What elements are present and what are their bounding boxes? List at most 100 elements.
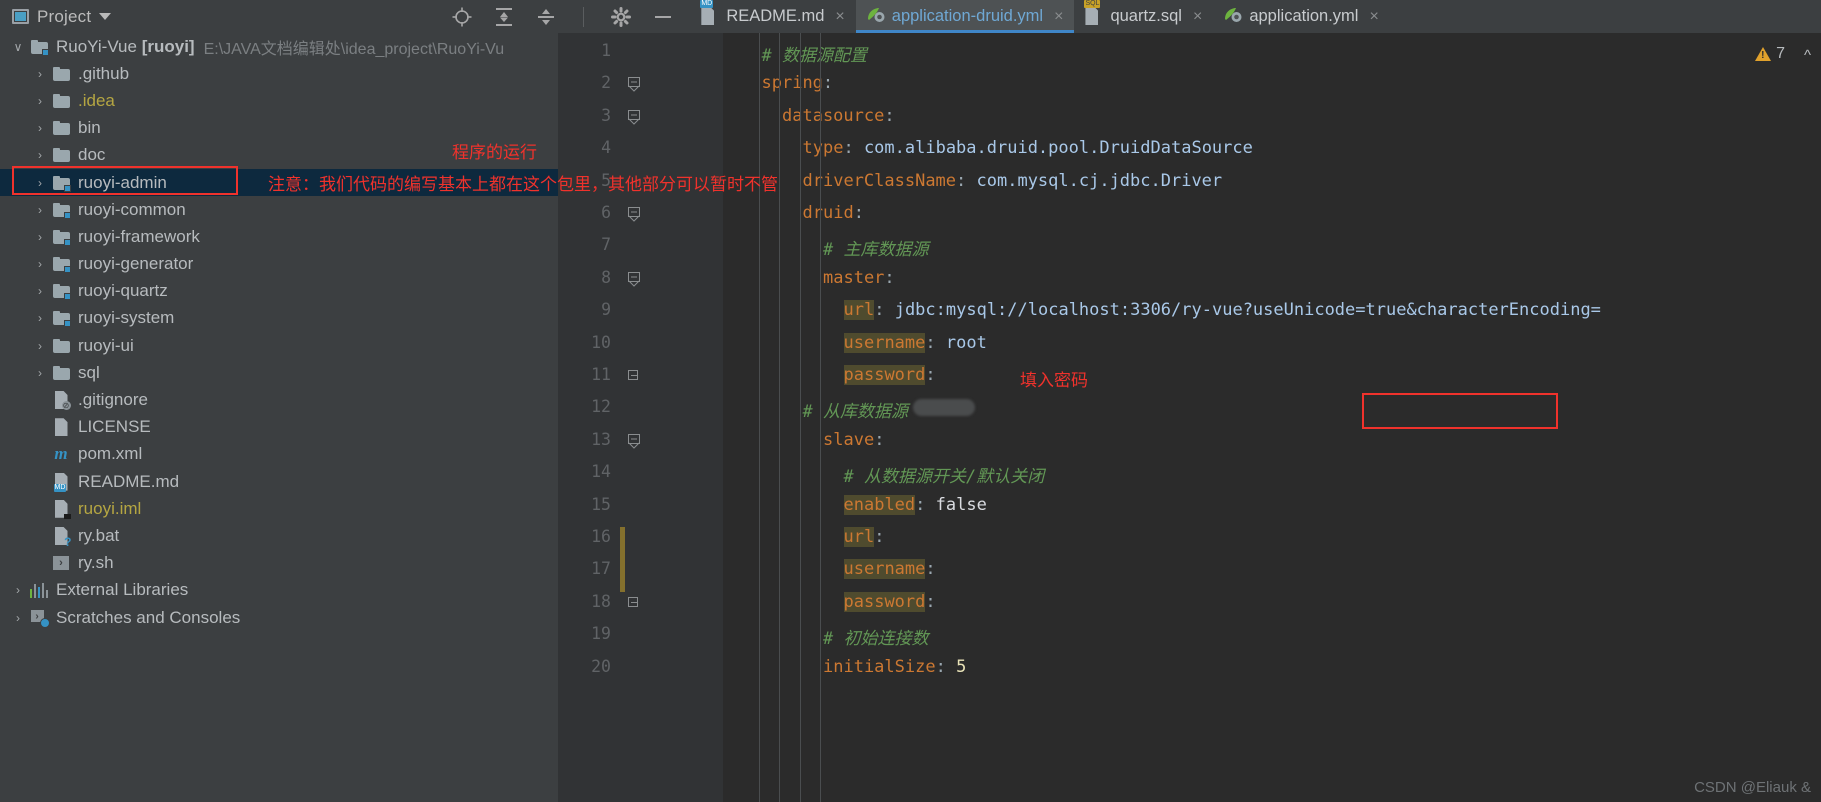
fold-region-marker[interactable] <box>628 596 638 607</box>
collapse-all-icon[interactable] <box>535 6 557 28</box>
tree-item-ruoyi-generator[interactable]: › ruoyi-generator <box>0 251 558 278</box>
close-icon[interactable]: × <box>1193 8 1202 25</box>
tree-item-label: Scratches and Consoles <box>56 607 241 627</box>
folder-icon <box>52 66 70 81</box>
code-line: url: <box>843 527 885 547</box>
shell-file-icon: › <box>53 556 69 571</box>
iml-file-icon <box>54 499 71 519</box>
inspection-warning-indicator[interactable]: 7 <box>1755 45 1785 63</box>
tree-item--idea[interactable]: › .idea <box>0 87 558 114</box>
disclosure-arrow-icon[interactable]: › <box>30 284 50 298</box>
tree-item-label: ruoyi-ui <box>78 335 134 355</box>
disclosure-arrow-icon[interactable]: › <box>30 94 50 108</box>
code-line: # 数据源配置 <box>761 46 867 66</box>
disclosure-arrow-icon[interactable]: › <box>30 121 50 135</box>
tree-item-license[interactable]: LICENSE <box>0 414 558 441</box>
code-line: # 主库数据源 <box>823 240 929 261</box>
tree-item-pom-xml[interactable]: m pom.xml <box>0 441 558 468</box>
code-line: type: com.alibaba.druid.pool.DruidDataSo… <box>802 138 1253 159</box>
indent-guide <box>779 33 780 802</box>
disclosure-arrow-icon[interactable]: › <box>30 257 50 271</box>
vcs-change-marker <box>620 527 625 560</box>
line-number: 16 <box>591 527 611 546</box>
code-line: # 从数据源开关/默认关闭 <box>843 467 1045 488</box>
disclosure-arrow-icon[interactable]: › <box>30 366 50 380</box>
line-number: 19 <box>591 624 611 644</box>
scratches-icon: › <box>30 610 50 629</box>
tree-item-ruoyi-iml[interactable]: ruoyi.iml <box>0 495 558 522</box>
close-icon[interactable]: × <box>1369 8 1378 25</box>
tree-item-external-libraries[interactable]: › External Libraries <box>0 577 558 604</box>
tab-label: README.md <box>726 7 825 25</box>
editor-tab-quartz-sql[interactable]: SQL quartz.sql × <box>1074 0 1213 33</box>
module-folder-icon <box>52 175 71 192</box>
chevron-down-icon[interactable] <box>99 13 112 20</box>
code-fold-icon[interactable] <box>628 433 641 449</box>
watermark-text: CSDN @Eliauk & <box>1694 779 1811 796</box>
tree-item-ry-bat[interactable]: ? ry.bat <box>0 522 558 549</box>
expand-all-icon[interactable] <box>493 6 515 28</box>
tree-item--gitignore[interactable]: ⊘ .gitignore <box>0 386 558 413</box>
code-editor[interactable]: 1 2 3 4 5 6 7 8 9 10 11 12 13 14 15 16 17 18 19 20 # 数据源配置 s… <box>558 33 1821 802</box>
disclosure-arrow-icon[interactable]: › <box>8 611 28 625</box>
disclosure-arrow-icon[interactable]: › <box>30 176 50 190</box>
code-line: enabled: false <box>843 494 987 515</box>
spring-yaml-file-icon <box>866 7 886 24</box>
code-line: druid: <box>802 203 864 223</box>
editor-tab-application-yml[interactable]: application.yml × <box>1213 0 1389 33</box>
gear-icon[interactable] <box>610 6 632 28</box>
tree-item-sql[interactable]: › sql <box>0 359 558 386</box>
code-content[interactable]: # 数据源配置 spring: datasource: type: com.aliba… <box>723 33 1821 802</box>
code-line: # 从库数据源 <box>802 402 908 423</box>
line-number: 12 <box>591 397 611 417</box>
tree-item-readme-md[interactable]: MD README.md <box>0 468 558 495</box>
annotation-text: 注意：我们代码的编写基本上都在这个包里，其他部分可以暂时不管 <box>268 175 778 194</box>
code-line: # 初始连接数 <box>823 629 929 650</box>
disclosure-arrow-icon[interactable]: › <box>30 311 50 325</box>
tree-item-ruoyi-framework[interactable]: › ruoyi-framework <box>0 223 558 250</box>
tree-item-ruoyi-common[interactable]: › ruoyi-common <box>0 196 558 223</box>
code-fold-icon[interactable] <box>628 77 641 93</box>
close-icon[interactable]: × <box>1054 8 1063 25</box>
disclosure-arrow-icon[interactable]: › <box>30 203 50 217</box>
chevron-up-icon[interactable]: ^ <box>1804 47 1811 64</box>
tree-item-ruoyi-system[interactable]: › ruoyi-system <box>0 305 558 332</box>
code-line: password: <box>843 365 946 385</box>
tree-item-label: ruoyi-framework <box>78 226 200 246</box>
locate-icon[interactable] <box>451 6 473 28</box>
tree-item-ruoyi-ui[interactable]: › ruoyi-ui <box>0 332 558 359</box>
tab-label: quartz.sql <box>1110 7 1182 25</box>
folder-icon <box>52 365 70 380</box>
tree-item-ruoyi-quartz[interactable]: › ruoyi-quartz <box>0 278 558 305</box>
tree-item-label: ruoyi-common <box>78 199 186 219</box>
disclosure-arrow-icon[interactable]: › <box>30 339 50 353</box>
fold-region-marker[interactable] <box>628 370 638 380</box>
code-fold-icon[interactable] <box>628 271 641 287</box>
disclosure-arrow-icon[interactable]: › <box>30 148 50 162</box>
project-panel-title[interactable]: Project <box>0 6 112 27</box>
line-number: 8 <box>601 267 611 287</box>
tree-item-label: ry.bat <box>78 525 120 545</box>
module-folder-icon <box>52 202 71 219</box>
tree-item-label: bin <box>78 118 101 138</box>
tree-item-scratches-and-consoles[interactable]: › › Scratches and Consoles <box>0 604 558 631</box>
tree-item-label: LICENSE <box>78 417 151 437</box>
editor-tab-application-druid-yml[interactable]: application-druid.yml × <box>855 0 1075 33</box>
minimize-icon[interactable] <box>652 6 674 28</box>
markdown-file-icon: MD <box>53 472 69 492</box>
close-icon[interactable]: × <box>835 8 844 25</box>
code-fold-icon[interactable] <box>628 207 641 222</box>
disclosure-arrow-icon[interactable]: › <box>30 67 50 81</box>
code-fold-icon[interactable] <box>628 109 641 125</box>
editor-tab-readme-md[interactable]: MD README.md × <box>690 0 855 33</box>
disclosure-arrow-icon[interactable]: › <box>30 230 50 244</box>
disclosure-arrow-icon[interactable]: › <box>8 583 28 597</box>
disclosure-arrow-icon[interactable]: ∨ <box>8 40 28 54</box>
tree-item-ruoyi-vue-ruoyi-[interactable]: ∨ RuoYi-Vue [ruoyi] E:\JAVA文档编辑处\idea_proj… <box>0 33 558 60</box>
toolbar-divider <box>583 6 585 27</box>
tree-item-ry-sh[interactable]: › ry.sh <box>0 550 558 577</box>
tree-item--github[interactable]: › .github <box>0 60 558 87</box>
panel-toolbar-icons <box>451 6 674 28</box>
project-panel-label: Project <box>37 6 92 26</box>
editor-gutter[interactable]: 1 2 3 4 5 6 7 8 9 10 11 12 13 14 15 16 17 18 19 20 <box>558 33 723 802</box>
